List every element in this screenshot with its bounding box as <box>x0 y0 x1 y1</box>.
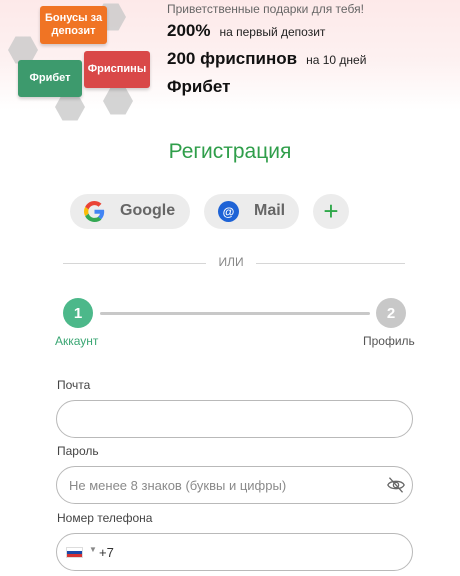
google-signup-button[interactable]: Google <box>70 194 190 229</box>
divider-line <box>256 263 405 264</box>
promo-greeting: Приветственные подарки для тебя! <box>167 2 364 16</box>
divider-line <box>63 263 206 264</box>
email-field[interactable] <box>56 400 413 438</box>
promo-banner: Бонусы за депозит Фрибет Фриспины Привет… <box>0 0 460 121</box>
more-signup-options-button[interactable]: + <box>313 194 349 229</box>
step-profile-label: Профиль <box>363 334 415 348</box>
stepper-track <box>100 312 370 315</box>
decor-hexagon <box>103 87 133 115</box>
step-account-indicator: 1 <box>63 298 93 328</box>
google-icon <box>84 201 105 222</box>
phone-field-wrapper: ▼ <box>56 533 413 571</box>
mail-button-label: Mail <box>254 202 286 219</box>
promo-line-deposit: 200% на первый депозит <box>167 21 325 41</box>
promo-deposit-note: на первый депозит <box>219 25 326 39</box>
promo-freebet: Фрибет <box>167 77 231 96</box>
promo-freespins-count: 200 фриспинов <box>167 49 298 68</box>
freebet-badge: Фрибет <box>18 60 82 97</box>
phone-label: Номер телефона <box>57 511 153 525</box>
password-label: Пароль <box>57 444 99 458</box>
step-profile-indicator: 2 <box>376 298 406 328</box>
promo-freespins-note: на 10 дней <box>306 53 367 67</box>
russia-flag-icon[interactable] <box>66 547 83 558</box>
step-account-label: Аккаунт <box>55 334 99 348</box>
eye-off-icon[interactable] <box>386 476 406 494</box>
or-divider-label: ИЛИ <box>218 255 244 269</box>
promo-line-freebet: Фрибет <box>167 77 230 97</box>
phone-field[interactable] <box>99 535 399 569</box>
mail-icon: @ <box>218 201 239 222</box>
chevron-down-icon[interactable]: ▼ <box>89 545 97 554</box>
promo-deposit-percent: 200% <box>167 21 211 40</box>
google-button-label: Google <box>120 202 176 219</box>
bonus-deposit-badge: Бонусы за депозит <box>40 6 107 44</box>
mail-signup-button[interactable]: @ Mail <box>204 194 299 229</box>
password-field[interactable] <box>56 466 413 504</box>
freespins-badge: Фриспины <box>84 51 150 88</box>
email-label: Почта <box>57 378 91 392</box>
page-title: Регистрация <box>168 140 292 163</box>
plus-icon: + <box>323 195 339 226</box>
promo-line-freespins: 200 фриспинов на 10 дней <box>167 49 366 69</box>
